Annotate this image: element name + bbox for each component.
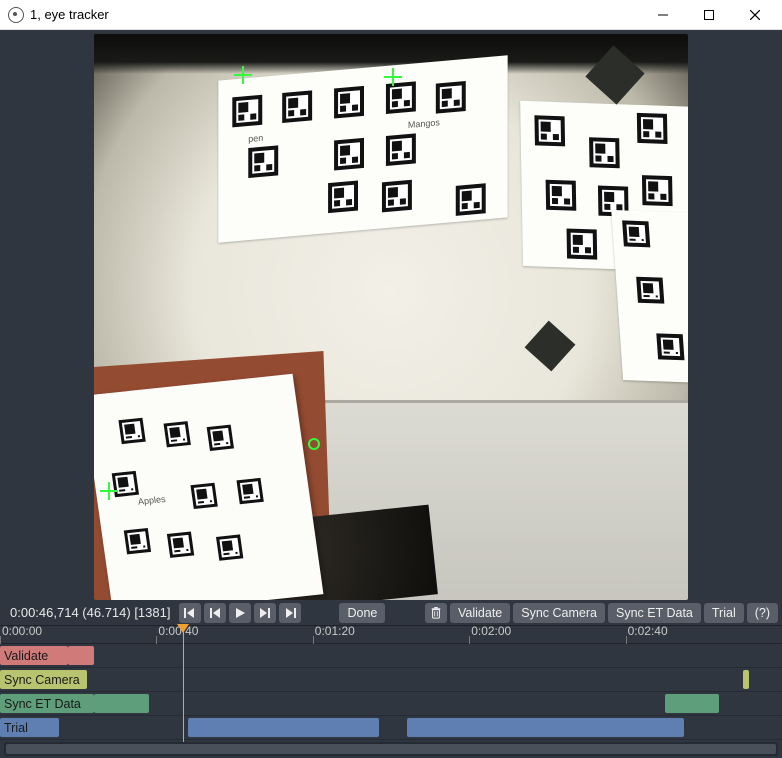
track-segment[interactable]	[407, 718, 685, 737]
timeline-panel: 0:00:00 0:00:40 0:01:20 0:02:00 0:02:40 Vali…	[0, 625, 782, 758]
track-segment[interactable]	[94, 694, 149, 713]
skip-forward-icon	[284, 607, 296, 619]
ruler-tick-label: 0:00:40	[158, 624, 198, 638]
trial-tool-button[interactable]: Trial	[704, 603, 744, 623]
video-frame: pen Mangos Apples	[94, 34, 688, 600]
poster1-label-left: pen	[248, 133, 263, 144]
window-title: 1, eye tracker	[30, 7, 109, 22]
track-header-validate: Validate	[0, 646, 68, 665]
done-button[interactable]: Done	[339, 603, 385, 623]
delete-button[interactable]	[425, 603, 447, 623]
sync-et-tool-button[interactable]: Sync ET Data	[608, 603, 701, 623]
track-segment[interactable]	[665, 694, 720, 713]
track-segment[interactable]	[188, 718, 380, 737]
window-close-button[interactable]	[732, 0, 778, 30]
transport-bar: 0:00:46,714 (46.714) [1381] Done	[0, 600, 782, 625]
frame-back-icon	[209, 607, 221, 619]
frame-forward-icon	[259, 607, 271, 619]
minimize-icon	[658, 10, 668, 20]
app-icon	[8, 7, 24, 23]
step-forward-button[interactable]	[254, 603, 276, 623]
validate-tool-button[interactable]: Validate	[450, 603, 510, 623]
play-button[interactable]	[229, 603, 251, 623]
ruler-tick-label: 0:00:00	[2, 624, 42, 638]
step-back-button[interactable]	[204, 603, 226, 623]
video-viewport[interactable]: pen Mangos Apples	[0, 30, 782, 600]
skip-back-icon	[184, 607, 196, 619]
track-segment[interactable]	[743, 670, 749, 689]
clipboard-label: Apples	[137, 494, 166, 507]
goto-start-button[interactable]	[179, 603, 201, 623]
ruler-tick-label: 0:01:20	[315, 624, 355, 638]
help-button[interactable]: (?)	[747, 603, 778, 623]
timecode-readout: 0:00:46,714 (46.714) [1381]	[4, 605, 176, 620]
goto-end-button[interactable]	[279, 603, 301, 623]
ruler-tick-label: 0:02:40	[628, 624, 668, 638]
timeline-ruler[interactable]: 0:00:00 0:00:40 0:01:20 0:02:00 0:02:40	[0, 626, 782, 644]
track-header-trial: Trial	[0, 718, 59, 737]
timeline-scrollbar[interactable]	[4, 742, 778, 756]
close-icon	[750, 10, 760, 20]
window-maximize-button[interactable]	[686, 0, 732, 30]
trash-icon	[430, 607, 442, 619]
timeline-track-sync_et[interactable]: Sync ET Data	[0, 692, 782, 716]
track-header-sync_camera: Sync Camera	[0, 670, 87, 689]
poster1-label-right: Mangos	[408, 117, 440, 130]
sync-camera-tool-button[interactable]: Sync Camera	[513, 603, 605, 623]
track-segment[interactable]	[68, 646, 93, 665]
ruler-tick-label: 0:02:00	[471, 624, 511, 638]
play-icon	[234, 607, 246, 619]
timeline-scrollbar-thumb[interactable]	[6, 744, 776, 754]
window-titlebar: 1, eye tracker	[0, 0, 782, 30]
timeline-track-validate[interactable]: Validate	[0, 644, 782, 668]
timeline-track-sync_camera[interactable]: Sync Camera	[0, 668, 782, 692]
maximize-icon	[704, 10, 714, 20]
timeline-track-trial[interactable]: Trial	[0, 716, 782, 740]
window-minimize-button[interactable]	[640, 0, 686, 30]
track-header-sync_et: Sync ET Data	[0, 694, 94, 713]
